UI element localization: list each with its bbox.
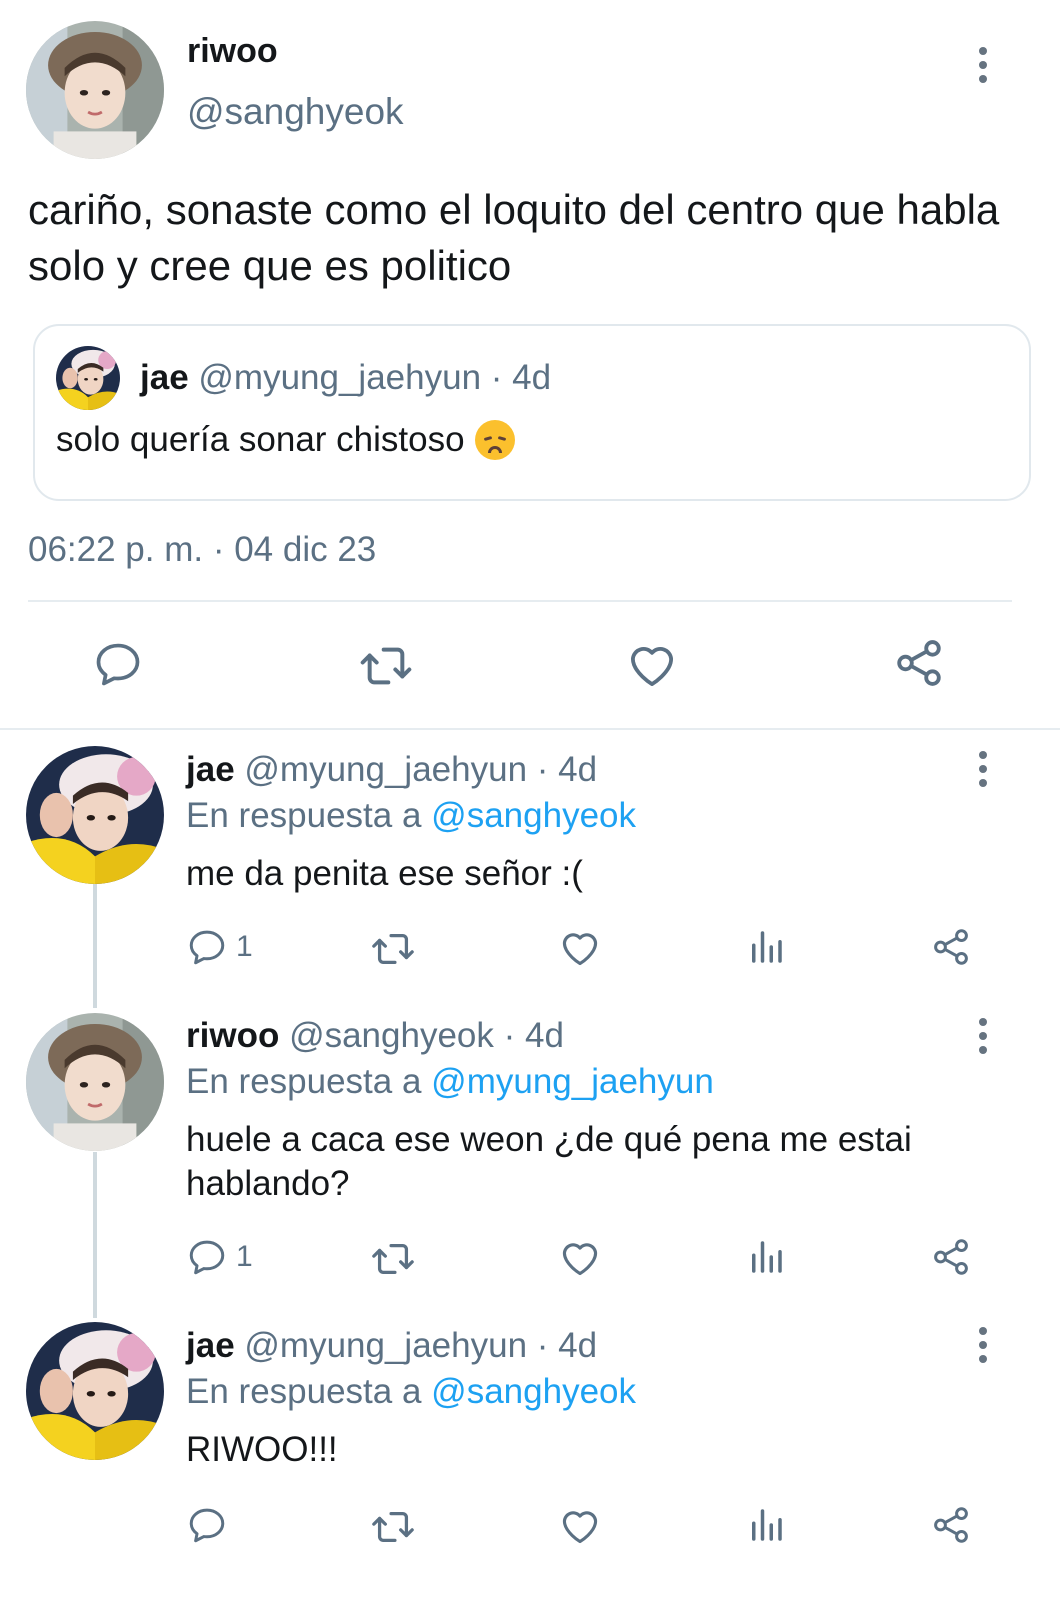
heart-icon bbox=[558, 1236, 602, 1280]
replying-to-label: En respuesta a bbox=[186, 796, 422, 835]
reply-author[interactable]: jae @myung_jaehyun · 4d bbox=[186, 750, 597, 790]
replying-to-label: En respuesta a bbox=[186, 1062, 422, 1101]
share-icon bbox=[930, 926, 972, 968]
thread-line bbox=[93, 884, 97, 1008]
quoted-author-meta: @myung_jaehyun · 4d bbox=[198, 358, 552, 397]
share-button[interactable] bbox=[892, 636, 946, 690]
reply-author-name: riwoo bbox=[186, 1016, 280, 1055]
more-icon[interactable] bbox=[968, 42, 998, 88]
avatar[interactable] bbox=[26, 21, 164, 159]
share-icon bbox=[930, 1504, 972, 1546]
reply-text: me da penita ese señor :( bbox=[186, 854, 583, 893]
views-button[interactable] bbox=[745, 1236, 787, 1278]
reply-author-name: jae bbox=[186, 750, 235, 789]
heart-icon bbox=[625, 638, 679, 692]
retweet-button[interactable] bbox=[370, 1504, 416, 1550]
like-button[interactable] bbox=[625, 638, 679, 692]
reply-author-meta: @myung_jaehyun · 4d bbox=[244, 1326, 598, 1365]
quoted-avatar bbox=[56, 346, 120, 410]
replying-to-link[interactable]: @sanghyeok bbox=[431, 1372, 636, 1411]
retweet-button[interactable] bbox=[370, 1236, 416, 1282]
analytics-icon bbox=[745, 1236, 787, 1278]
quoted-text: solo quería sonar chistoso bbox=[56, 420, 465, 459]
like-button[interactable] bbox=[558, 1504, 602, 1548]
like-button[interactable] bbox=[558, 926, 602, 970]
reply-count: 1 bbox=[236, 930, 253, 963]
reply-button[interactable]: 1 bbox=[186, 1236, 253, 1278]
analytics-icon bbox=[745, 926, 787, 968]
reply-button[interactable] bbox=[92, 638, 144, 690]
quoted-author: jae @myung_jaehyun · 4d bbox=[140, 358, 551, 398]
divider bbox=[28, 600, 1012, 602]
share-icon bbox=[892, 636, 946, 690]
reply-icon bbox=[186, 926, 228, 968]
reply-button[interactable]: 1 bbox=[186, 926, 253, 968]
avatar[interactable] bbox=[26, 746, 164, 884]
avatar[interactable] bbox=[26, 1322, 164, 1460]
retweet-button[interactable] bbox=[358, 638, 414, 694]
reply-author[interactable]: jae @myung_jaehyun · 4d bbox=[186, 1326, 597, 1366]
views-button[interactable] bbox=[745, 1504, 787, 1546]
more-icon[interactable] bbox=[968, 1013, 998, 1059]
reply-button[interactable] bbox=[186, 1504, 236, 1546]
replying-to: En respuesta a @myung_jaehyun bbox=[186, 1062, 714, 1102]
quoted-author-name: jae bbox=[140, 358, 189, 397]
divider bbox=[0, 728, 1060, 730]
author-handle[interactable]: @sanghyeok bbox=[187, 91, 404, 133]
quoted-tweet[interactable] bbox=[33, 324, 1031, 501]
reply-text: huele a caca ese weon ¿de qué pena me es… bbox=[186, 1120, 912, 1203]
replying-to: En respuesta a @sanghyeok bbox=[186, 796, 636, 836]
reply-count: 1 bbox=[236, 1240, 253, 1273]
retweet-button[interactable] bbox=[370, 926, 416, 972]
like-button[interactable] bbox=[558, 1236, 602, 1280]
heart-icon bbox=[558, 926, 602, 970]
reply-author-meta: @sanghyeok · 4d bbox=[289, 1016, 564, 1055]
share-button[interactable] bbox=[930, 1236, 972, 1278]
more-icon[interactable] bbox=[968, 746, 998, 792]
tweet-timestamp[interactable]: 06:22 p. m. · 04 dic 23 bbox=[28, 530, 376, 570]
thread-line bbox=[93, 1152, 97, 1318]
reply-icon bbox=[92, 638, 144, 690]
share-button[interactable] bbox=[930, 926, 972, 968]
share-button[interactable] bbox=[930, 1504, 972, 1546]
reply-author-meta: @myung_jaehyun · 4d bbox=[244, 750, 598, 789]
quoted-text-row: solo quería sonar chistoso bbox=[56, 420, 515, 460]
views-button[interactable] bbox=[745, 926, 787, 968]
analytics-icon bbox=[745, 1504, 787, 1546]
retweet-icon bbox=[370, 926, 416, 972]
retweet-icon bbox=[370, 1504, 416, 1550]
retweet-icon bbox=[370, 1236, 416, 1282]
tweet-text: cariño, sonaste como el loquito del cent… bbox=[28, 186, 1000, 289]
disappointed-face-emoji-icon bbox=[474, 420, 515, 460]
replying-to-link[interactable]: @sanghyeok bbox=[431, 796, 636, 835]
reply-author-name: jae bbox=[186, 1326, 235, 1365]
author-name[interactable]: riwoo bbox=[187, 32, 278, 71]
retweet-icon bbox=[358, 638, 414, 694]
reply-icon bbox=[186, 1504, 228, 1546]
replying-to-label: En respuesta a bbox=[186, 1372, 422, 1411]
share-icon bbox=[930, 1236, 972, 1278]
reply-author[interactable]: riwoo @sanghyeok · 4d bbox=[186, 1016, 564, 1056]
more-icon[interactable] bbox=[968, 1322, 998, 1368]
replying-to: En respuesta a @sanghyeok bbox=[186, 1372, 636, 1412]
reply-text: RIWOO!!! bbox=[186, 1430, 338, 1469]
replying-to-link[interactable]: @myung_jaehyun bbox=[431, 1062, 714, 1101]
reply-icon bbox=[186, 1236, 228, 1278]
avatar[interactable] bbox=[26, 1013, 164, 1151]
heart-icon bbox=[558, 1504, 602, 1548]
